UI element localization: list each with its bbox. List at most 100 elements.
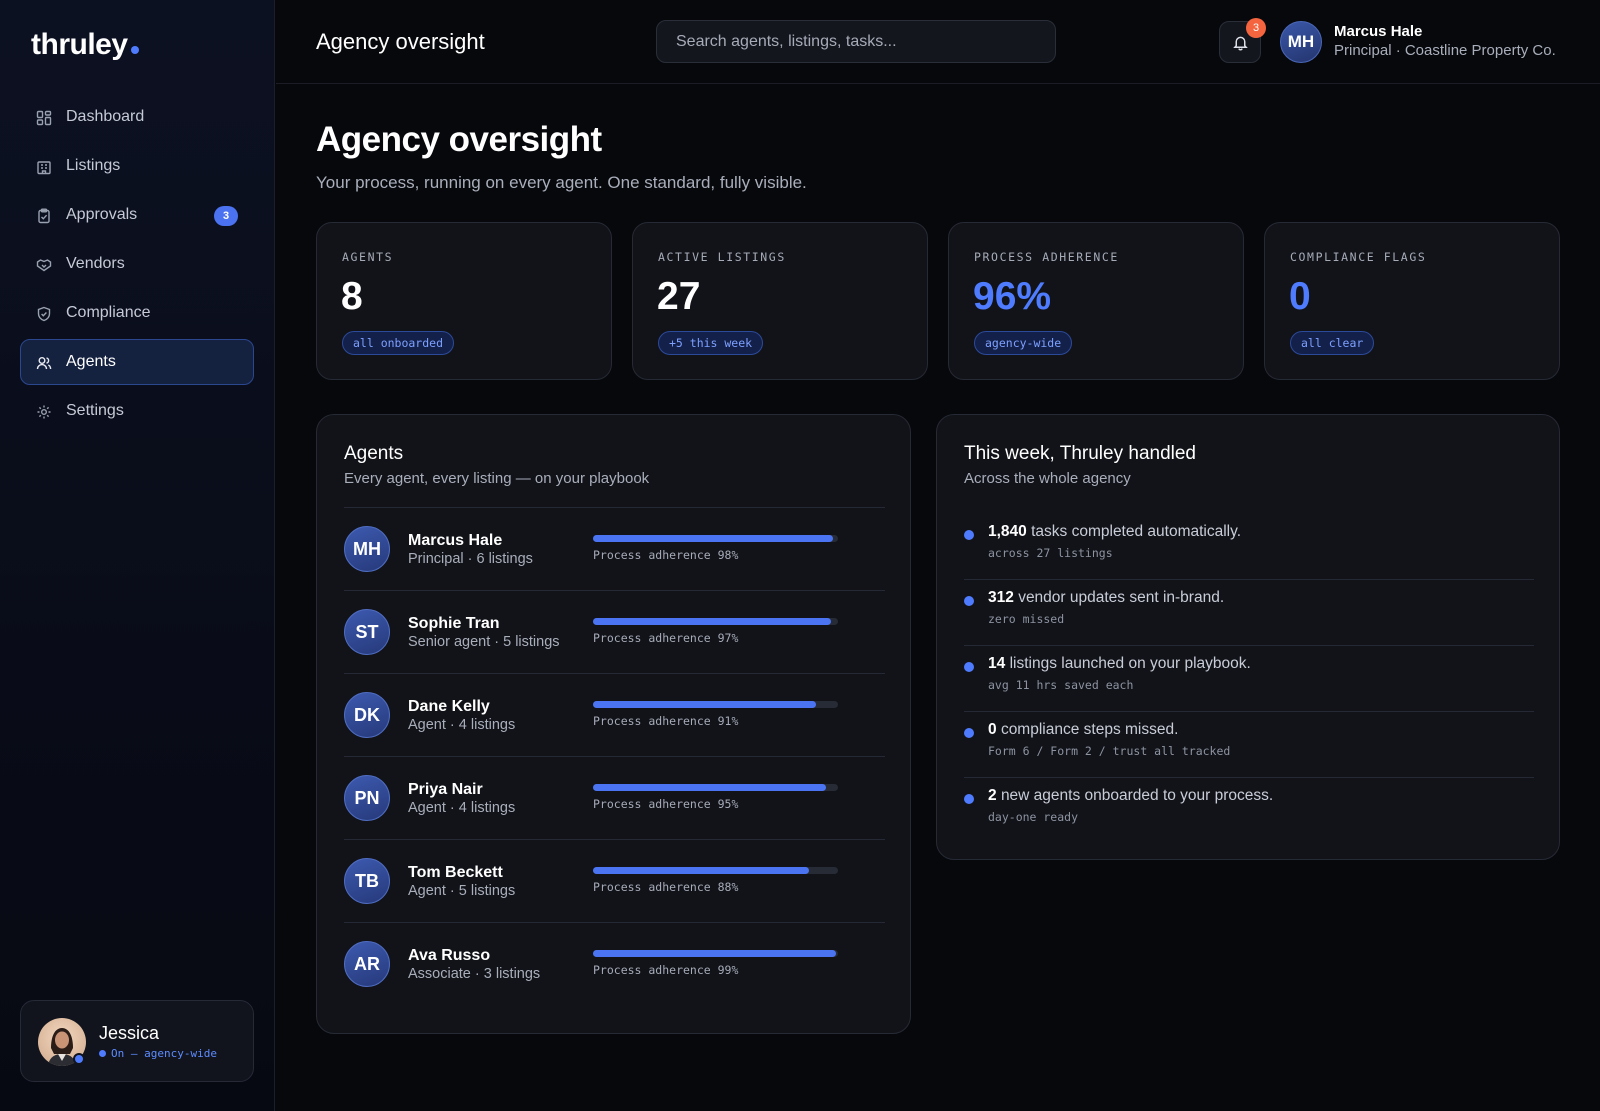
clipboard-icon bbox=[38, 208, 50, 224]
bullet-dot bbox=[964, 530, 974, 540]
stat-card-process-adherence[interactable]: PROCESS ADHERENCE 96% agency-wide bbox=[948, 222, 1244, 380]
weekly-summary-panel: This week, Thruley handled Across the wh… bbox=[936, 414, 1560, 860]
agent-meta: Principal · 6 listings bbox=[408, 551, 533, 567]
brand-name: thruley bbox=[31, 28, 128, 61]
agent-row[interactable]: PN Priya Nair Agent · 4 listings Process… bbox=[344, 756, 885, 839]
stat-card-agents[interactable]: AGENTS 8 all onboarded bbox=[316, 222, 612, 380]
gear-icon bbox=[37, 405, 51, 419]
summary-text: 1,840 tasks completed automatically. bbox=[988, 523, 1241, 541]
summary-item: 312 vendor updates sent in-brand. zero m… bbox=[964, 580, 1534, 646]
adherence-bar bbox=[593, 784, 838, 791]
summary-item: 2 new agents onboarded to your process. … bbox=[964, 778, 1534, 844]
agent-row[interactable]: MH Marcus Hale Principal · 6 listings Pr… bbox=[344, 507, 885, 590]
adherence-bar bbox=[593, 618, 838, 625]
assistant-card[interactable]: Jessica On — agency-wide bbox=[20, 1000, 254, 1082]
summary-value: 0 bbox=[988, 721, 997, 738]
summary-description: compliance steps missed. bbox=[1000, 721, 1179, 738]
summary-text: 0 compliance steps missed. bbox=[988, 721, 1178, 739]
adherence-label: Process adherence 88% bbox=[593, 880, 739, 894]
building-icon bbox=[37, 161, 51, 175]
agents-panel: Agents Every agent, every listing — on y… bbox=[316, 414, 911, 1034]
sidebar-item-settings[interactable]: Settings bbox=[20, 388, 254, 434]
page-title: Agency oversight bbox=[316, 120, 602, 159]
sidebar-item-approvals[interactable]: Approvals 3 bbox=[20, 192, 254, 238]
user-avatar[interactable]: MH bbox=[1280, 21, 1322, 63]
dashboard-icon bbox=[36, 110, 52, 126]
weekly-summary-title: This week, Thruley handled bbox=[964, 443, 1196, 464]
adherence-bar bbox=[593, 950, 838, 957]
header-title: Agency oversight bbox=[316, 29, 485, 54]
assistant-status: On — agency-wide bbox=[99, 1047, 217, 1060]
adherence-bar-fill bbox=[593, 950, 836, 957]
stat-value: 27 bbox=[657, 275, 701, 318]
bullet-dot bbox=[964, 662, 974, 672]
user-role: Principal · Coastline Property Co. bbox=[1334, 42, 1556, 59]
notifications-button[interactable]: 3 bbox=[1219, 18, 1266, 63]
agent-avatar: MH bbox=[344, 526, 390, 572]
assistant-online-indicator bbox=[73, 1053, 85, 1065]
agents-panel-title: Agents bbox=[344, 443, 404, 464]
sidebar-item-listings[interactable]: Listings bbox=[20, 143, 254, 189]
brand-logo[interactable]: thruley bbox=[31, 28, 139, 62]
agent-meta: Agent · 4 listings bbox=[408, 800, 516, 816]
agent-row[interactable]: TB Tom Beckett Agent · 5 listings Proces… bbox=[344, 839, 885, 922]
stat-pill: agency-wide bbox=[974, 331, 1073, 355]
summary-value: 2 bbox=[988, 787, 997, 804]
adherence-bar-fill bbox=[593, 701, 816, 708]
summary-detail: Form 6 / Form 2 / trust all tracked bbox=[988, 744, 1231, 758]
agent-meta: Senior agent · 5 listings bbox=[408, 634, 560, 650]
agent-row[interactable]: DK Dane Kelly Agent · 4 listings Process… bbox=[344, 673, 885, 756]
agent-avatar: AR bbox=[344, 941, 390, 987]
agent-meta: Agent · 5 listings bbox=[408, 883, 516, 899]
top-bar: Agency oversight 3 MH Marcus Hale Princi… bbox=[276, 0, 1600, 84]
stat-pill: all onboarded bbox=[342, 331, 455, 355]
summary-description: tasks completed automatically. bbox=[1031, 523, 1242, 540]
adherence-bar-fill bbox=[593, 867, 809, 874]
status-dot bbox=[99, 1050, 106, 1057]
sidebar-item-compliance[interactable]: Compliance bbox=[20, 290, 254, 336]
page-subtitle: Your process, running on every agent. On… bbox=[316, 173, 807, 192]
stat-label: PROCESS ADHERENCE bbox=[974, 250, 1119, 264]
sidebar-item-label: Dashboard bbox=[66, 108, 145, 125]
sidebar-item-label: Agents bbox=[66, 353, 116, 370]
agent-row[interactable]: ST Sophie Tran Senior agent · 5 listings… bbox=[344, 590, 885, 673]
summary-item: 14 listings launched on your playbook. a… bbox=[964, 646, 1534, 712]
shield-icon bbox=[37, 306, 51, 322]
bullet-dot bbox=[964, 728, 974, 738]
stat-card-active-listings[interactable]: ACTIVE LISTINGS 27 +5 this week bbox=[632, 222, 928, 380]
search-input[interactable] bbox=[676, 32, 1055, 51]
assistant-name: Jessica bbox=[99, 1023, 160, 1043]
handshake-icon bbox=[36, 259, 52, 272]
search-box[interactable] bbox=[656, 20, 1056, 63]
summary-text: 14 listings launched on your playbook. bbox=[988, 655, 1251, 673]
summary-value: 312 bbox=[988, 589, 1014, 606]
agent-avatar: PN bbox=[344, 775, 390, 821]
sidebar-item-dashboard[interactable]: Dashboard bbox=[20, 94, 254, 140]
sidebar-item-label: Approvals bbox=[66, 206, 138, 223]
weekly-summary-subtitle: Across the whole agency bbox=[964, 470, 1131, 487]
bell-icon bbox=[1232, 36, 1248, 50]
assistant-status-text: On — agency-wide bbox=[111, 1047, 217, 1060]
adherence-bar-fill bbox=[593, 535, 834, 542]
stat-label: AGENTS bbox=[342, 250, 394, 264]
bullet-dot bbox=[964, 596, 974, 606]
stat-value: 96% bbox=[973, 275, 1052, 318]
agent-meta: Associate · 3 listings bbox=[408, 966, 541, 982]
summary-item: 0 compliance steps missed. Form 6 / Form… bbox=[964, 712, 1534, 778]
sidebar-item-vendors[interactable]: Vendors bbox=[20, 241, 254, 287]
sidebar-item-agents[interactable]: Agents bbox=[20, 339, 254, 385]
stat-value: 8 bbox=[341, 275, 363, 318]
agent-name: Dane Kelly bbox=[408, 698, 490, 715]
bullet-dot bbox=[964, 794, 974, 804]
adherence-bar-fill bbox=[593, 784, 826, 791]
summary-detail: day-one ready bbox=[988, 810, 1079, 824]
agent-name: Sophie Tran bbox=[408, 615, 500, 632]
stat-card-compliance-flags[interactable]: COMPLIANCE FLAGS 0 all clear bbox=[1264, 222, 1560, 380]
user-name: Marcus Hale bbox=[1334, 23, 1423, 40]
summary-detail: avg 11 hrs saved each bbox=[988, 678, 1134, 692]
agent-name: Tom Beckett bbox=[408, 864, 503, 881]
summary-detail: zero missed bbox=[988, 612, 1065, 626]
agent-row[interactable]: AR Ava Russo Associate · 3 listings Proc… bbox=[344, 922, 885, 1005]
sidebar-item-label: Listings bbox=[66, 157, 121, 174]
summary-detail: across 27 listings bbox=[988, 546, 1113, 560]
